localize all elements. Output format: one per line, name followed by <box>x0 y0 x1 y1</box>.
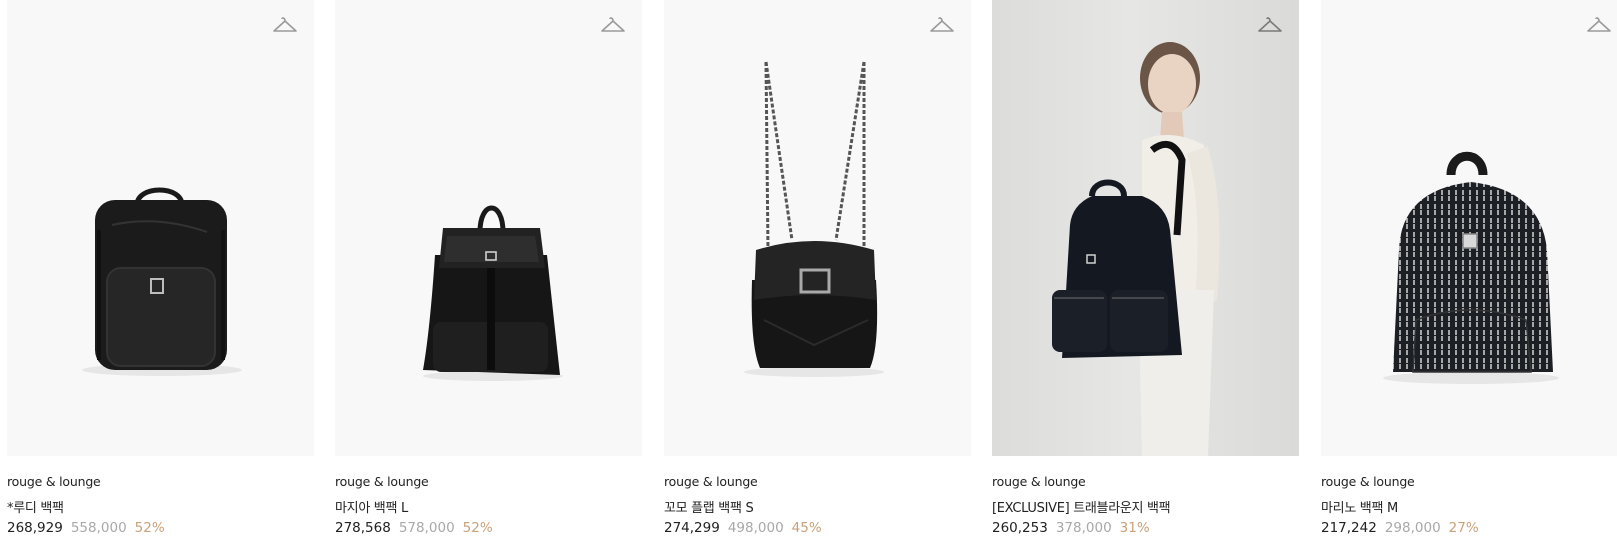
product-card[interactable]: rouge & lounge 마리노 백팩 M 217,242 298,000 27… <box>1321 0 1617 545</box>
hanger-icon[interactable] <box>272 14 298 36</box>
hanger-icon[interactable] <box>600 14 626 36</box>
product-prices: 260,253 378,000 31% <box>992 520 1150 536</box>
product-brand[interactable]: rouge & lounge <box>335 474 429 489</box>
backpack-pattern-icon <box>1383 151 1559 384</box>
product-image[interactable] <box>664 0 971 456</box>
product-card[interactable]: rouge & lounge 마지아 백팩 L 278,568 578,000 52… <box>335 0 642 545</box>
product-name[interactable]: 마지아 백팩 L <box>335 497 408 516</box>
product-image[interactable] <box>992 0 1299 456</box>
backpack-chain-icon <box>744 61 884 377</box>
hanger-icon[interactable] <box>929 14 955 36</box>
product-prices: 274,299 498,000 45% <box>664 520 822 536</box>
model-with-backpack-icon <box>1052 42 1220 456</box>
discount-rate: 52% <box>134 520 165 536</box>
sale-price: 278,568 <box>335 520 391 536</box>
product-brand[interactable]: rouge & lounge <box>7 474 101 489</box>
product-prices: 268,929 558,000 52% <box>7 520 165 536</box>
sale-price: 268,929 <box>7 520 63 536</box>
product-name[interactable]: 마리노 백팩 M <box>1321 497 1398 516</box>
product-brand[interactable]: rouge & lounge <box>992 474 1086 489</box>
product-prices: 217,242 298,000 27% <box>1321 520 1479 536</box>
product-grid: rouge & lounge *루디 백팩 268,929 558,000 52% … <box>0 0 1617 545</box>
product-card[interactable]: rouge & lounge *루디 백팩 268,929 558,000 52% <box>7 0 314 545</box>
product-image[interactable] <box>335 0 642 456</box>
sale-price: 217,242 <box>1321 520 1377 536</box>
hanger-icon[interactable] <box>1257 14 1283 36</box>
original-price: 498,000 <box>727 520 784 536</box>
original-price: 578,000 <box>398 520 455 536</box>
product-brand[interactable]: rouge & lounge <box>1321 474 1415 489</box>
hanger-icon[interactable] <box>1586 14 1612 36</box>
product-brand[interactable]: rouge & lounge <box>664 474 758 489</box>
original-price: 378,000 <box>1055 520 1112 536</box>
sale-price: 260,253 <box>992 520 1048 536</box>
original-price: 558,000 <box>70 520 127 536</box>
sale-price: 274,299 <box>664 520 720 536</box>
product-name[interactable]: *루디 백팩 <box>7 497 64 516</box>
backpack-leather-icon <box>82 187 242 376</box>
backpack-drawstring-icon <box>423 205 563 381</box>
discount-rate: 45% <box>791 520 822 536</box>
product-card[interactable]: rouge & lounge [EXCLUSIVE] 트래블라운지 백팩 260… <box>992 0 1299 545</box>
product-name[interactable]: 꼬모 플랩 백팩 S <box>664 497 754 516</box>
product-image[interactable] <box>1321 0 1617 456</box>
product-prices: 278,568 578,000 52% <box>335 520 493 536</box>
product-card[interactable]: rouge & lounge 꼬모 플랩 백팩 S 274,299 498,000… <box>664 0 971 545</box>
product-image[interactable] <box>7 0 314 456</box>
discount-rate: 31% <box>1119 520 1150 536</box>
product-name[interactable]: [EXCLUSIVE] 트래블라운지 백팩 <box>992 497 1171 516</box>
discount-rate: 27% <box>1448 520 1479 536</box>
discount-rate: 52% <box>462 520 493 536</box>
original-price: 298,000 <box>1384 520 1441 536</box>
